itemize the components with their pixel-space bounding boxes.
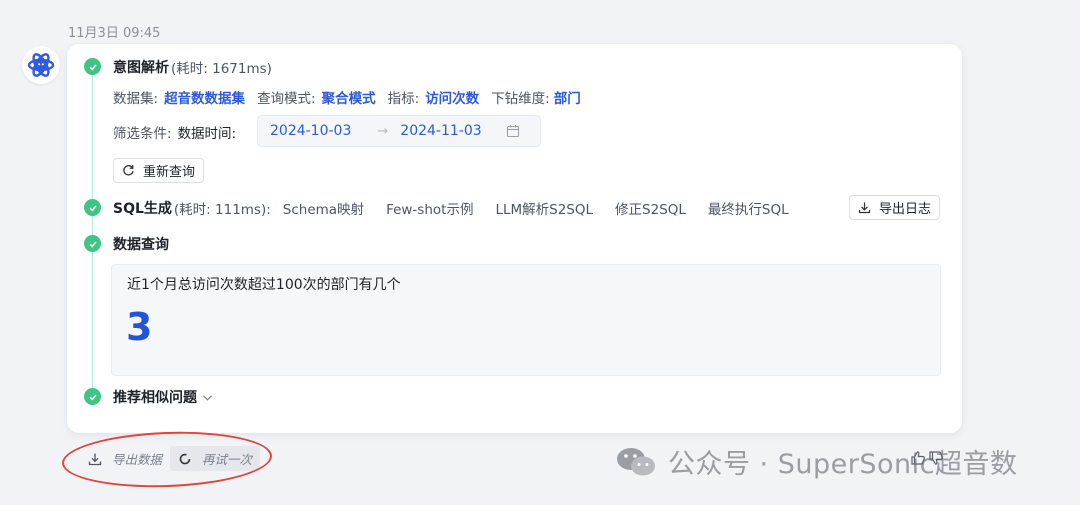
- result-question: 近1个月总访问次数超过100次的部门有几个: [127, 277, 401, 293]
- result-number: 3: [126, 305, 153, 349]
- download-icon: [858, 202, 871, 214]
- drill-label: 下钻维度:: [491, 91, 550, 107]
- sql-item-final[interactable]: 最终执行SQL: [708, 198, 789, 218]
- intent-step-title: 意图解析: [113, 60, 169, 76]
- calendar-icon[interactable]: [506, 124, 520, 138]
- sql-item-correct[interactable]: 修正S2SQL: [615, 198, 686, 218]
- sql-item-llm[interactable]: LLM解析S2SQL: [495, 198, 593, 218]
- metric-label: 指标:: [387, 91, 420, 107]
- thumbs-down-icon[interactable]: [928, 450, 944, 466]
- requery-label: 重新查询: [143, 165, 196, 180]
- recommend-step-header[interactable]: 推荐相似问题: [113, 387, 213, 407]
- watermark: 公众号 · SuperSonic超音数: [614, 442, 1017, 481]
- query-step-header: 数据查询: [113, 234, 169, 254]
- sql-step-title: SQL生成: [113, 201, 172, 217]
- intent-step-header: 意图解析 (耗时: 1671ms): [113, 57, 272, 77]
- intent-info-row: 数据集: 超音数数据集 查询模式: 聚合模式 指标: 访问次数 下钻维度: 部门: [113, 87, 593, 107]
- query-mode-label: 查询模式:: [257, 91, 316, 107]
- timestamp: 11月3日 09:45: [68, 26, 161, 41]
- date-range-picker[interactable]: 2024-10-03 → 2024-11-03: [257, 115, 541, 147]
- filter-label: 筛选条件:: [113, 126, 172, 142]
- sql-step-row: SQL生成 (耗时: 111ms): Schema映射 Few-shot示例 L…: [113, 198, 789, 218]
- query-result-box: 近1个月总访问次数超过100次的部门有几个 3: [111, 264, 941, 376]
- sql-elapsed: (耗时: 111ms):: [173, 202, 271, 218]
- atom-logo-icon: [27, 53, 55, 77]
- drill-value: 部门: [553, 91, 581, 107]
- refresh-icon: [123, 165, 134, 176]
- check-circle-icon: [84, 388, 101, 405]
- date-end[interactable]: 2024-11-03: [400, 123, 481, 139]
- dataset-label: 数据集:: [113, 91, 159, 107]
- filter-row: 筛选条件: 数据时间:: [113, 122, 236, 142]
- assistant-avatar: [22, 46, 60, 84]
- date-arrow: →: [377, 123, 389, 139]
- watermark-text: 公众号 · SuperSonic超音数: [668, 449, 1018, 480]
- check-circle-icon: [84, 58, 101, 75]
- sql-item-fewshot[interactable]: Few-shot示例: [386, 198, 473, 218]
- query-step-title: 数据查询: [113, 237, 169, 253]
- metric-value: 访问次数: [425, 91, 480, 107]
- dataset-value: 超音数数据集: [164, 91, 246, 107]
- annotation-highlight-circle: [61, 428, 273, 491]
- intent-elapsed: (耗时: 1671ms): [171, 61, 272, 77]
- date-label: 数据时间:: [177, 126, 237, 142]
- step-timeline-line: [92, 74, 93, 394]
- wechat-icon: [617, 447, 655, 475]
- thumbs-up-icon[interactable]: [910, 450, 926, 466]
- recommend-step-title[interactable]: 推荐相似问题: [113, 387, 197, 407]
- feedback-buttons: [910, 450, 944, 466]
- sql-item-schema[interactable]: Schema映射: [283, 198, 364, 218]
- check-circle-icon: [84, 199, 101, 216]
- requery-button[interactable]: 重新查询: [113, 158, 205, 183]
- chevron-down-icon[interactable]: [202, 392, 213, 403]
- export-log-label: 导出日志: [879, 202, 932, 217]
- export-log-button[interactable]: 导出日志: [849, 195, 941, 220]
- answer-card: 意图解析 (耗时: 1671ms) 数据集: 超音数数据集 查询模式: 聚合模式…: [67, 44, 962, 433]
- date-start[interactable]: 2024-10-03: [270, 123, 351, 139]
- check-circle-icon: [84, 235, 101, 252]
- query-mode-value: 聚合模式: [321, 91, 376, 107]
